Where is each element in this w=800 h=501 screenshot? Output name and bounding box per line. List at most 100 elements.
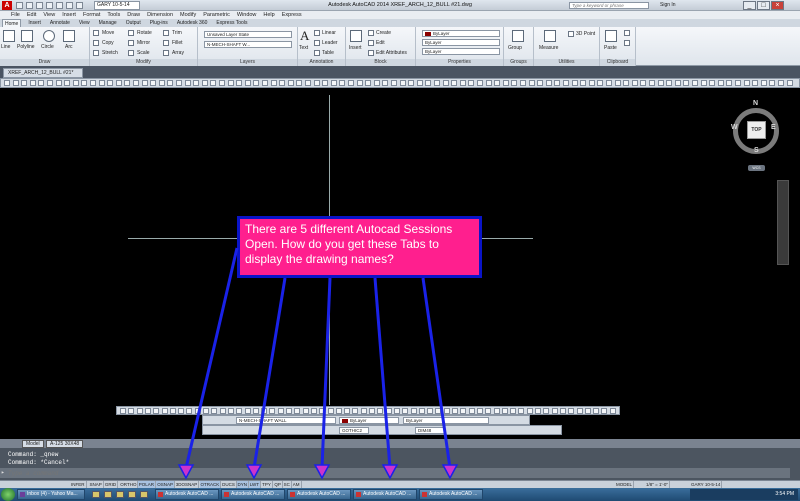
toolbar-button-icon[interactable] bbox=[382, 80, 389, 86]
toolbar-button-icon[interactable] bbox=[193, 80, 200, 86]
toolbar-button-icon[interactable] bbox=[21, 80, 28, 86]
taskbar-item[interactable]: Autodesk AutoCAD ... bbox=[155, 489, 219, 500]
toolbar-button-icon[interactable] bbox=[55, 80, 62, 86]
toolbar-button-icon[interactable] bbox=[385, 408, 392, 414]
toolbar-button-icon[interactable] bbox=[365, 80, 372, 86]
annotation-panel-title[interactable]: Annotation bbox=[298, 59, 345, 66]
clock[interactable]: 3:54 PM bbox=[775, 491, 794, 497]
toolbar-button-icon[interactable] bbox=[81, 80, 88, 86]
edit-block-button[interactable]: Edit bbox=[376, 40, 385, 46]
menu-edit[interactable]: Edit bbox=[27, 11, 36, 19]
toolbar-button-icon[interactable] bbox=[425, 80, 432, 86]
toolbar-button-icon[interactable] bbox=[434, 80, 440, 86]
toolbar-button-icon[interactable] bbox=[584, 408, 591, 414]
menu-tools[interactable]: Tools bbox=[107, 11, 120, 19]
fillet-button[interactable]: Fillet bbox=[172, 40, 183, 46]
toolbar-button-icon[interactable] bbox=[178, 408, 185, 414]
float-color-select[interactable]: ByLayer bbox=[339, 417, 399, 424]
toolbar-button-icon[interactable] bbox=[700, 80, 707, 86]
toolbar-button-icon[interactable] bbox=[161, 408, 168, 414]
toolbar-button-icon[interactable] bbox=[262, 80, 268, 86]
toolbar-button-icon[interactable] bbox=[373, 80, 380, 86]
toolbar-button-icon[interactable] bbox=[252, 408, 259, 414]
toolbar-button-icon[interactable] bbox=[416, 80, 423, 86]
toolbar-button-icon[interactable] bbox=[588, 80, 595, 86]
compass-south[interactable]: S bbox=[754, 147, 759, 154]
wcs-menu[interactable]: WCS bbox=[748, 165, 765, 171]
toolbar-button-icon[interactable] bbox=[144, 408, 151, 414]
save-as-icon[interactable] bbox=[46, 2, 53, 9]
toolbar-button-icon[interactable] bbox=[377, 408, 384, 414]
viewcube-top-face[interactable]: TOP bbox=[747, 121, 766, 139]
open-icon[interactable] bbox=[26, 2, 33, 9]
toolbar-button-icon[interactable] bbox=[418, 408, 425, 414]
quick-launch-icon[interactable] bbox=[116, 491, 124, 498]
toolbar-button-icon[interactable] bbox=[683, 80, 690, 86]
undo-icon[interactable] bbox=[66, 2, 73, 9]
toolbar-button-icon[interactable] bbox=[98, 80, 105, 86]
tab-plug-ins[interactable]: Plug-ins bbox=[148, 19, 170, 27]
start-button-icon[interactable] bbox=[1, 488, 15, 501]
toolbar-button-icon[interactable] bbox=[623, 80, 630, 86]
move-icon[interactable] bbox=[93, 30, 99, 36]
create-block-icon[interactable] bbox=[368, 30, 374, 36]
toolbar-button-icon[interactable] bbox=[330, 80, 337, 86]
menu-format[interactable]: Format bbox=[83, 11, 100, 19]
point-3d-button[interactable]: 3D Point bbox=[576, 31, 595, 37]
linear-button[interactable]: Linear bbox=[322, 30, 336, 36]
toolbar-button-icon[interactable] bbox=[543, 408, 550, 414]
toolbar-button-icon[interactable] bbox=[270, 80, 277, 86]
toolbar-button-icon[interactable] bbox=[186, 408, 193, 414]
toolbar-button-icon[interactable] bbox=[769, 80, 776, 86]
toolbar-button-icon[interactable] bbox=[133, 80, 139, 86]
layer-state-select[interactable]: Unsaved Layer State bbox=[204, 31, 292, 38]
toolbar-button-icon[interactable] bbox=[559, 408, 566, 414]
mirror-button[interactable]: Mirror bbox=[137, 40, 150, 46]
toolbar-button-icon[interactable] bbox=[107, 80, 114, 86]
toolbar-button-icon[interactable] bbox=[176, 80, 182, 86]
toolbar-button-icon[interactable] bbox=[485, 408, 492, 414]
toolbar-button-icon[interactable] bbox=[369, 408, 375, 414]
toolbar-button-icon[interactable] bbox=[194, 408, 201, 414]
toolbar-button-icon[interactable] bbox=[402, 408, 409, 414]
toolbar-button-icon[interactable] bbox=[563, 80, 569, 86]
toolbar-button-icon[interactable] bbox=[460, 408, 467, 414]
taskbar-item[interactable]: Autodesk AutoCAD ... bbox=[419, 489, 483, 500]
tab-manage[interactable]: Manage bbox=[97, 19, 119, 27]
toolbar-button-icon[interactable] bbox=[310, 408, 317, 414]
toolbar-button-icon[interactable] bbox=[150, 80, 157, 86]
toolbar-button-icon[interactable] bbox=[352, 408, 359, 414]
toolbar-button-icon[interactable] bbox=[356, 80, 363, 86]
copy-icon[interactable] bbox=[93, 40, 99, 46]
toolbar-button-icon[interactable] bbox=[72, 80, 79, 86]
tab-home[interactable]: Home bbox=[2, 19, 22, 27]
toolbar-button-icon[interactable] bbox=[322, 80, 329, 86]
close-button[interactable]: × bbox=[771, 1, 784, 10]
rotate-icon[interactable] bbox=[128, 30, 134, 36]
toolbar-button-icon[interactable] bbox=[12, 80, 19, 86]
toolbar-button-icon[interactable] bbox=[435, 408, 442, 414]
toolbar-button-icon[interactable] bbox=[631, 80, 638, 86]
toolbar-button-icon[interactable] bbox=[90, 80, 96, 86]
layers-panel-title[interactable]: Layers bbox=[198, 59, 297, 66]
text-style-select[interactable]: GOTHIC2 bbox=[339, 427, 369, 434]
menu-help[interactable]: Help bbox=[263, 11, 274, 19]
toolbar-button-icon[interactable] bbox=[760, 80, 767, 86]
copy-clip-icon[interactable] bbox=[624, 40, 630, 46]
toolbar-button-icon[interactable] bbox=[485, 80, 492, 86]
navigation-bar[interactable] bbox=[777, 180, 789, 265]
toolbar-button-icon[interactable] bbox=[493, 408, 500, 414]
toolbar-button-icon[interactable] bbox=[576, 408, 583, 414]
new-icon[interactable] bbox=[16, 2, 23, 9]
toolbar-button-icon[interactable] bbox=[443, 408, 450, 414]
toolbar-button-icon[interactable] bbox=[244, 408, 251, 414]
layer-select[interactable]: N-MECH-SHAFT W... bbox=[204, 41, 292, 48]
toolbar-button-icon[interactable] bbox=[29, 80, 36, 86]
stretch-icon[interactable] bbox=[93, 50, 99, 56]
properties-panel-title[interactable]: Properties bbox=[416, 59, 503, 66]
tab-layout[interactable]: A-125 30X48 bbox=[46, 440, 84, 448]
toolbar-button-icon[interactable] bbox=[153, 408, 160, 414]
menu-view[interactable]: View bbox=[43, 11, 55, 19]
toolbar-button-icon[interactable] bbox=[313, 80, 320, 86]
toolbar-button-icon[interactable] bbox=[169, 408, 176, 414]
